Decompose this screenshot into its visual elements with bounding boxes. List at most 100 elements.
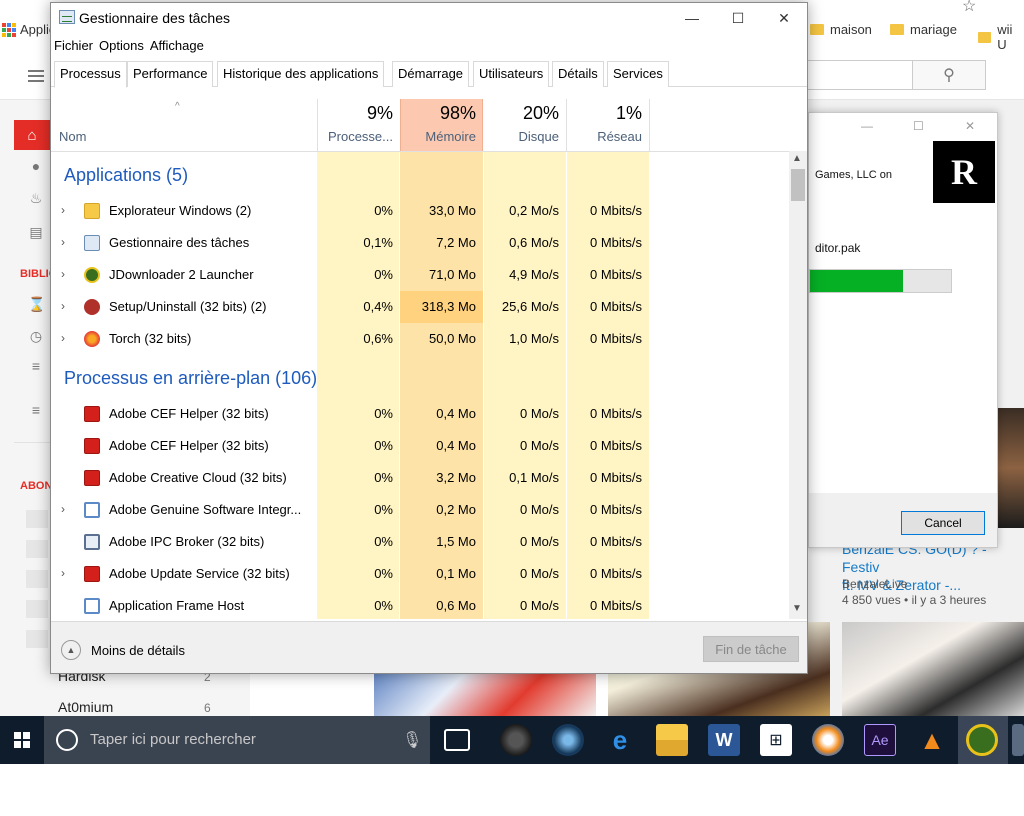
process-row[interactable]: › Gestionnaire des tâches 0,1% 7,2 Mo 0,… bbox=[51, 227, 789, 259]
home-icon[interactable]: ⌂ bbox=[14, 120, 50, 150]
disk-column-header[interactable]: Disque bbox=[485, 129, 559, 144]
process-row[interactable]: › Torch (32 bits) 0,6% 50,0 Mo 1,0 Mo/s … bbox=[51, 323, 789, 355]
menu-options[interactable]: Options bbox=[96, 35, 147, 57]
tab-performance[interactable]: Performance bbox=[127, 61, 214, 87]
disk-cell: 0 Mo/s bbox=[519, 502, 559, 517]
subscription-avatar[interactable] bbox=[26, 630, 48, 648]
tab-services[interactable]: Services bbox=[607, 61, 669, 87]
watch-later-icon[interactable]: ◷ bbox=[28, 328, 44, 344]
net-percent[interactable]: 1% bbox=[568, 103, 642, 124]
process-row[interactable]: Adobe CEF Helper (32 bits) 0% 0,4 Mo 0 M… bbox=[51, 430, 789, 462]
chevron-right-icon[interactable]: › bbox=[61, 331, 65, 345]
end-task-button[interactable]: Fin de tâche bbox=[703, 636, 799, 662]
tab-processus[interactable]: Processus bbox=[54, 61, 127, 88]
chevron-right-icon[interactable]: › bbox=[61, 235, 65, 249]
close-icon[interactable]: ✕ bbox=[965, 119, 975, 133]
subscription-avatar[interactable] bbox=[26, 510, 48, 528]
mem-percent[interactable]: 98% bbox=[402, 103, 476, 124]
tab-demarrage[interactable]: Démarrage bbox=[392, 61, 470, 87]
chevron-right-icon[interactable]: › bbox=[61, 267, 65, 281]
menu-fichier[interactable]: Fichier bbox=[51, 35, 96, 57]
menu-affichage[interactable]: Affichage bbox=[147, 35, 207, 57]
account-icon[interactable]: ● bbox=[28, 158, 44, 174]
title-bar[interactable]: Gestionnaire des tâches — ☐ ✕ bbox=[51, 3, 807, 33]
maximize-button[interactable]: ☐ bbox=[715, 3, 761, 33]
maximize-icon[interactable]: ☐ bbox=[913, 119, 924, 133]
process-row[interactable]: › Adobe Genuine Software Integr... 0% 0,… bbox=[51, 494, 789, 526]
process-row[interactable]: › JDownloader 2 Launcher 0% 71,0 Mo 4,9 … bbox=[51, 259, 789, 291]
chevron-right-icon[interactable]: › bbox=[61, 566, 65, 580]
group-title-background[interactable]: Processus en arrière-plan (106) bbox=[64, 368, 317, 389]
cancel-button[interactable]: Cancel bbox=[901, 511, 985, 535]
subscription-avatar[interactable] bbox=[26, 540, 48, 558]
net-column-header[interactable]: Réseau bbox=[568, 129, 642, 144]
word-icon[interactable]: W bbox=[708, 724, 740, 756]
mem-column-header[interactable]: Mémoire bbox=[402, 129, 476, 144]
edge-icon[interactable]: e bbox=[604, 724, 636, 756]
scroll-up-icon[interactable]: ▲ bbox=[792, 153, 802, 164]
playlist-icon[interactable]: ≡ bbox=[28, 402, 44, 418]
microphone-icon[interactable]: 🎙 bbox=[402, 730, 422, 750]
history-icon[interactable]: ⌛ bbox=[28, 296, 45, 312]
chevron-right-icon[interactable]: › bbox=[61, 203, 65, 217]
bookmark-folder-mariage[interactable]: mariage bbox=[890, 22, 957, 37]
tab-historique[interactable]: Historique des applications bbox=[217, 61, 385, 87]
process-row[interactable]: › Setup/Uninstall (32 bits) (2) 0,4% 318… bbox=[51, 291, 789, 323]
process-name: Setup/Uninstall (32 bits) (2) bbox=[109, 299, 267, 314]
column-header-name[interactable]: Nom bbox=[59, 129, 86, 144]
close-button[interactable]: ✕ bbox=[761, 3, 807, 33]
bookmark-folder-maison[interactable]: maison bbox=[810, 22, 872, 37]
jdownloader-icon[interactable] bbox=[966, 724, 998, 756]
taskbar-search-box[interactable]: Taper ici pour rechercher 🎙 bbox=[44, 716, 430, 764]
tab-utilisateurs[interactable]: Utilisateurs bbox=[473, 61, 550, 87]
process-row[interactable]: Adobe Creative Cloud (32 bits) 0% 3,2 Mo… bbox=[51, 462, 789, 494]
star-icon[interactable]: ☆ bbox=[962, 0, 976, 16]
steam-icon[interactable] bbox=[552, 724, 584, 756]
process-row[interactable]: Application Frame Host 0% 0,6 Mo 0 Mo/s … bbox=[51, 590, 789, 619]
media-player-icon[interactable] bbox=[812, 724, 844, 756]
cpu-column-header[interactable]: Processe... bbox=[319, 129, 393, 144]
process-name: Gestionnaire des tâches bbox=[109, 235, 250, 250]
process-row[interactable]: Adobe IPC Broker (32 bits) 0% 1,5 Mo 0 M… bbox=[51, 526, 789, 558]
download-progress-fill bbox=[810, 270, 904, 292]
cortana-icon bbox=[56, 729, 78, 751]
cpu-cell: 0% bbox=[374, 203, 393, 218]
chevron-right-icon[interactable]: › bbox=[61, 299, 65, 313]
minimize-icon[interactable]: — bbox=[861, 119, 873, 133]
playlist-icon[interactable]: ≡ bbox=[28, 358, 44, 374]
cpu-percent[interactable]: 9% bbox=[319, 103, 393, 124]
chevron-right-icon[interactable]: › bbox=[61, 502, 65, 516]
subscription-avatar[interactable] bbox=[26, 570, 48, 588]
scroll-thumb[interactable] bbox=[791, 169, 805, 201]
video-thumbnail[interactable] bbox=[996, 408, 1024, 528]
menu-bar: Fichier Options Affichage bbox=[51, 35, 807, 57]
store-icon[interactable]: ⊞ bbox=[760, 724, 792, 756]
trending-icon[interactable]: ♨ bbox=[28, 190, 44, 206]
group-title-applications[interactable]: Applications (5) bbox=[64, 165, 188, 186]
game-icon[interactable] bbox=[500, 724, 532, 756]
more-icon[interactable] bbox=[1012, 724, 1024, 756]
disk-percent[interactable]: 20% bbox=[485, 103, 559, 124]
less-details-button[interactable]: ▲ Moins de détails bbox=[61, 640, 185, 660]
file-explorer-icon[interactable] bbox=[656, 724, 688, 756]
task-view-icon[interactable] bbox=[444, 729, 470, 751]
process-row[interactable]: Adobe CEF Helper (32 bits) 0% 0,4 Mo 0 M… bbox=[51, 398, 789, 430]
start-button[interactable] bbox=[0, 716, 44, 764]
youtube-search-input[interactable] bbox=[806, 60, 912, 90]
subscription-name[interactable]: At0mium bbox=[58, 699, 113, 715]
process-row[interactable]: › Explorateur Windows (2) 0% 33,0 Mo 0,2… bbox=[51, 195, 789, 227]
process-row[interactable]: › Adobe Update Service (32 bits) 0% 0,1 … bbox=[51, 558, 789, 590]
video-channel[interactable]: BenzaieLive bbox=[842, 577, 907, 591]
youtube-search-button[interactable]: ⚲ bbox=[912, 60, 986, 90]
subscription-avatar[interactable] bbox=[26, 600, 48, 618]
subscriptions-icon[interactable]: ▤ bbox=[28, 224, 44, 240]
scroll-down-icon[interactable]: ▼ bbox=[792, 603, 802, 614]
video-thumbnail[interactable] bbox=[842, 622, 1024, 716]
vlc-icon[interactable]: ▲ bbox=[916, 724, 948, 756]
minimize-button[interactable]: — bbox=[669, 3, 715, 33]
tab-details[interactable]: Détails bbox=[552, 61, 604, 87]
cpu-cell: 0% bbox=[374, 267, 393, 282]
hamburger-menu-icon[interactable] bbox=[28, 70, 44, 85]
vertical-scrollbar[interactable]: ▲ ▼ bbox=[789, 151, 807, 619]
after-effects-icon[interactable]: Ae bbox=[864, 724, 896, 756]
